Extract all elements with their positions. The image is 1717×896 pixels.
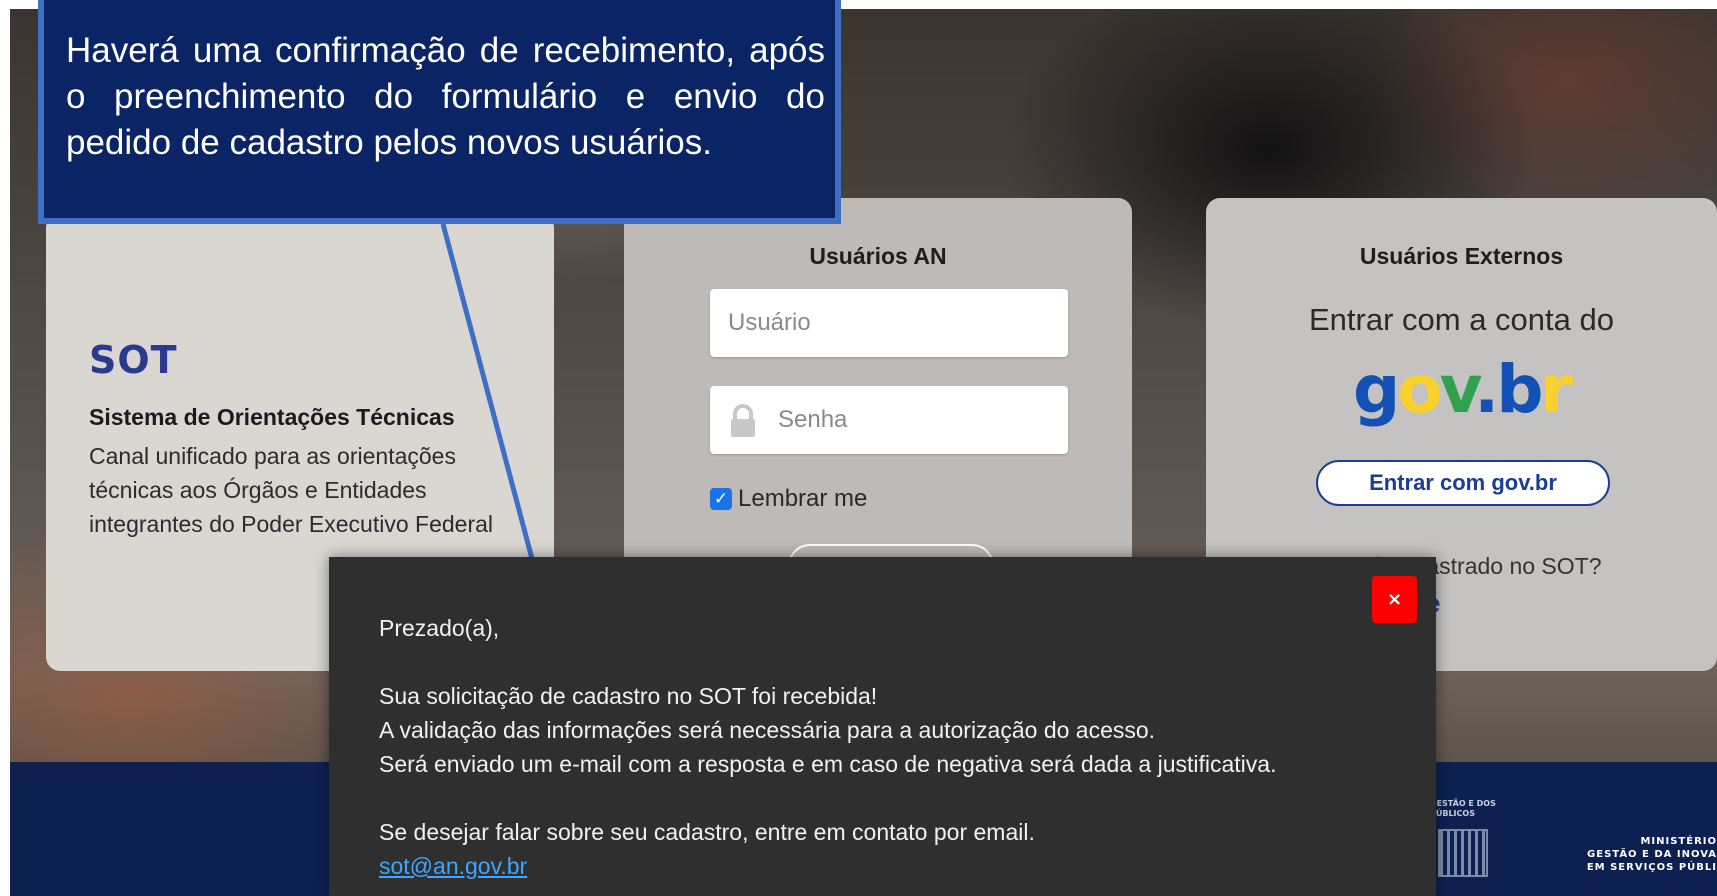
- govbr-login-button[interactable]: Entrar com gov.br: [1316, 460, 1610, 506]
- username-field[interactable]: [710, 289, 1068, 357]
- remember-checkbox[interactable]: ✓: [710, 488, 732, 510]
- logo2-line1: MINISTÉRIO: [1640, 836, 1717, 847]
- an-users-heading: Usuários AN: [809, 243, 947, 269]
- logo1-text: GESTÃO E DOS PÚBLICOS: [1430, 799, 1496, 818]
- external-users-heading: Usuários Externos: [1359, 243, 1564, 269]
- dialog-greeting: Prezado(a),: [379, 615, 500, 641]
- close-button[interactable]: ×: [1372, 576, 1417, 623]
- password-input[interactable]: [710, 386, 1068, 454]
- dialog-line-contact: Se desejar falar sobre seu cadastro, ent…: [379, 819, 1035, 845]
- building-icon: [1438, 829, 1488, 877]
- logo2-line2: GESTÃO E DA INOVA: [1587, 849, 1717, 860]
- username-input[interactable]: [710, 289, 1068, 357]
- remember-label: Lembrar me: [738, 485, 868, 512]
- logo2-line3: EM SERVIÇOS PÚBLI: [1586, 862, 1717, 873]
- govbr-logo: gov.br: [1352, 351, 1573, 428]
- login-prompt: Entrar com a conta do: [1309, 302, 1614, 337]
- dialog-line-received: Sua solicitação de cadastro no SOT foi r…: [379, 683, 878, 709]
- dialog-line-validation: A validação das informações será necessá…: [379, 717, 1156, 743]
- sot-subtitle: Sistema de Orientações Técnicas: [89, 404, 455, 430]
- remember-me[interactable]: ✓ Lembrar me: [710, 485, 867, 513]
- dialog-body: Prezado(a), Sua solicitação de cadastro …: [379, 611, 1276, 883]
- password-field[interactable]: [710, 386, 1068, 454]
- confirmation-dialog: × Prezado(a), Sua solicitação de cadastr…: [329, 557, 1436, 896]
- sot-title: SOT: [89, 338, 178, 382]
- ministry-logo-text: MINISTÉRIO GESTÃO E DA INOVA EM SERVIÇOS…: [1575, 835, 1717, 874]
- callout-text: Haverá uma confirmação de recebimento, a…: [66, 31, 825, 162]
- contact-email-link[interactable]: sot@an.gov.br: [379, 853, 527, 879]
- an-users-card: Usuários AN ✓ Lembrar me: [624, 198, 1132, 598]
- ministry-logo-building: GESTÃO E DOS PÚBLICOS: [1430, 799, 1496, 879]
- callout-box: Haverá uma confirmação de recebimento, a…: [38, 0, 841, 224]
- sot-description: Canal unificado para as orientações técn…: [89, 443, 494, 537]
- dialog-line-email-response: Será enviado um e-mail com a resposta e …: [379, 751, 1277, 777]
